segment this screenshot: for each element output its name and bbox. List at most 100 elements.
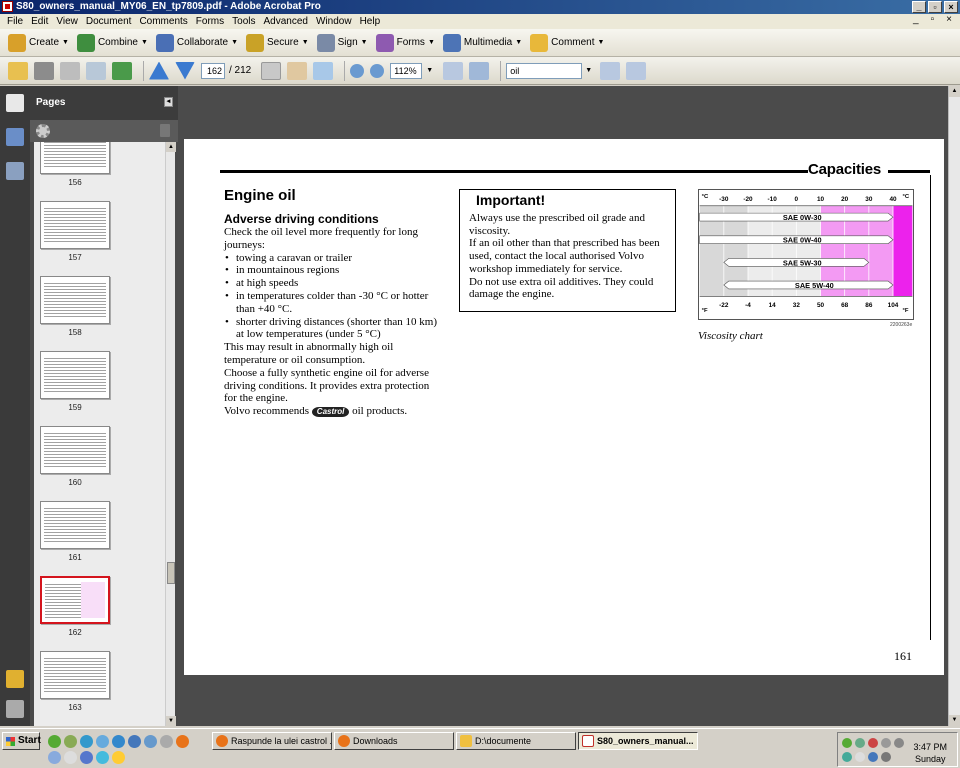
zoom-out-icon[interactable]: [350, 63, 365, 78]
tray-display-icon[interactable]: [881, 752, 891, 762]
menu-view[interactable]: View: [52, 16, 82, 27]
open-folder-icon[interactable]: [8, 61, 28, 80]
scroll-thumb[interactable]: [167, 562, 175, 584]
pages-panel-icon[interactable]: [6, 94, 24, 112]
quicklaunch-globe-icon[interactable]: [96, 735, 109, 748]
select-tool-icon[interactable]: [261, 61, 282, 80]
forms-button[interactable]: Forms ▼: [375, 32, 435, 54]
sign-button[interactable]: Sign ▼: [316, 32, 368, 54]
pdf-icon: [582, 735, 594, 747]
document-scrollbar[interactable]: ▲ ▼: [948, 86, 960, 726]
search-next-icon[interactable]: [626, 61, 647, 80]
taskbar-button-active[interactable]: S80_owners_manual...: [578, 732, 698, 750]
quicklaunch-cyan-icon[interactable]: [96, 751, 109, 764]
zoom-in-icon[interactable]: [370, 63, 385, 78]
taskbar-button[interactable]: Raspunde la ulei castrol ...: [212, 732, 332, 750]
menu-window[interactable]: Window: [312, 16, 356, 27]
page-thumbnail[interactable]: 163: [34, 647, 165, 722]
taskbar-button[interactable]: Downloads: [334, 732, 454, 750]
multimedia-button[interactable]: Multimedia ▼: [442, 32, 522, 54]
tray-shield-icon[interactable]: [842, 752, 852, 762]
quicklaunch-tray-icon[interactable]: [48, 751, 61, 764]
trash-icon[interactable]: [160, 124, 170, 137]
section-rule: [220, 170, 808, 173]
taskbar-button[interactable]: D:\documente: [456, 732, 576, 750]
quicklaunch-panda2-icon[interactable]: [64, 751, 77, 764]
search-previous-icon[interactable]: [600, 61, 621, 80]
save-icon[interactable]: [60, 61, 80, 80]
thumbnail-scrollbar[interactable]: ▲ ▼: [165, 142, 176, 726]
scroll-down-icon[interactable]: ▼: [166, 716, 176, 726]
quicklaunch-ie-icon[interactable]: [80, 735, 93, 748]
tray-update-icon[interactable]: [894, 738, 904, 748]
page-thumbnail[interactable]: 161: [34, 497, 165, 572]
clock[interactable]: 3:47 PM Sunday: [913, 741, 947, 765]
scroll-up-icon[interactable]: ▲: [166, 142, 176, 152]
print-icon[interactable]: [34, 61, 54, 80]
page-thumbnail[interactable]: 156: [34, 142, 165, 197]
menu-tools[interactable]: Tools: [228, 16, 259, 27]
menu-edit[interactable]: Edit: [27, 16, 52, 27]
doc-scroll-down-icon[interactable]: ▼: [949, 715, 960, 726]
previous-page-icon[interactable]: [149, 61, 169, 80]
page-thumbnail-selected[interactable]: 162: [34, 572, 165, 647]
fit-width-icon[interactable]: [469, 61, 490, 80]
maximize-button[interactable]: ▫: [928, 1, 942, 13]
search-input[interactable]: oil: [506, 62, 583, 79]
combine-button[interactable]: Combine ▼: [76, 32, 148, 54]
collapse-panel-button[interactable]: ◂: [164, 97, 173, 107]
signatures-icon[interactable]: [6, 162, 24, 180]
comments-panel-icon[interactable]: [6, 670, 24, 688]
menu-document[interactable]: Document: [82, 16, 136, 27]
search-dropdown-icon[interactable]: ▼: [585, 67, 592, 74]
tray-network-icon[interactable]: [855, 738, 865, 748]
clock-time: 3:47 PM: [913, 742, 947, 752]
doc-scroll-up-icon[interactable]: ▲: [949, 86, 960, 97]
quicklaunch-messenger-icon[interactable]: [112, 735, 125, 748]
page-thumbnail[interactable]: 160: [34, 422, 165, 497]
page-thumbnail[interactable]: 158: [34, 272, 165, 347]
page-thumbnail[interactable]: 157: [34, 197, 165, 272]
email-icon[interactable]: [86, 61, 106, 80]
attachments-icon[interactable]: [6, 700, 24, 718]
tray-antivirus-icon[interactable]: [868, 738, 878, 748]
quicklaunch-yahoo-icon[interactable]: [48, 735, 61, 748]
gear-icon[interactable]: [36, 124, 50, 138]
tray-bluetooth-icon[interactable]: [868, 752, 878, 762]
bookmarks-icon[interactable]: [6, 128, 24, 146]
menu-forms[interactable]: Forms: [192, 16, 228, 27]
start-button[interactable]: Start: [2, 732, 41, 750]
page-number-input[interactable]: 162: [201, 62, 225, 79]
menu-comments[interactable]: Comments: [135, 16, 191, 27]
quicklaunch-app-icon[interactable]: [160, 735, 173, 748]
menu-file[interactable]: File: [3, 16, 27, 27]
zoom-tool-icon[interactable]: [313, 61, 334, 80]
collaborate-button[interactable]: Collaborate ▼: [155, 32, 238, 54]
menu-advanced[interactable]: Advanced: [260, 16, 312, 27]
menu-help[interactable]: Help: [356, 16, 385, 27]
tray-yahoo-icon[interactable]: [842, 738, 852, 748]
web-icon[interactable]: [112, 61, 132, 80]
create-button[interactable]: Create ▼: [8, 32, 69, 54]
quicklaunch-media-icon[interactable]: [128, 735, 141, 748]
quicklaunch-panda-icon[interactable]: [64, 735, 77, 748]
hand-tool-icon[interactable]: [287, 61, 308, 80]
zoom-dropdown-icon[interactable]: ▼: [426, 67, 433, 74]
quicklaunch-folder-icon[interactable]: [144, 735, 157, 748]
page-thumbnail[interactable]: 159: [34, 347, 165, 422]
next-page-icon[interactable]: [175, 61, 195, 80]
fit-page-icon[interactable]: [443, 61, 464, 80]
doc-close-button[interactable]: ×: [942, 14, 956, 25]
secure-button[interactable]: Secure ▼: [246, 32, 309, 54]
zoom-input[interactable]: 112%: [390, 62, 423, 79]
quicklaunch-smiley-icon[interactable]: [112, 751, 125, 764]
minimize-button[interactable]: _: [912, 1, 926, 13]
quicklaunch-firefox-icon[interactable]: [176, 735, 189, 748]
quicklaunch-blue-icon[interactable]: [80, 751, 93, 764]
close-button[interactable]: ×: [944, 1, 958, 13]
tray-panda-icon[interactable]: [855, 752, 865, 762]
doc-minimize-button[interactable]: _: [909, 14, 923, 25]
comment-button[interactable]: Comment ▼: [530, 32, 604, 54]
doc-restore-button[interactable]: ▫: [927, 14, 939, 25]
tray-volume-icon[interactable]: [881, 738, 891, 748]
